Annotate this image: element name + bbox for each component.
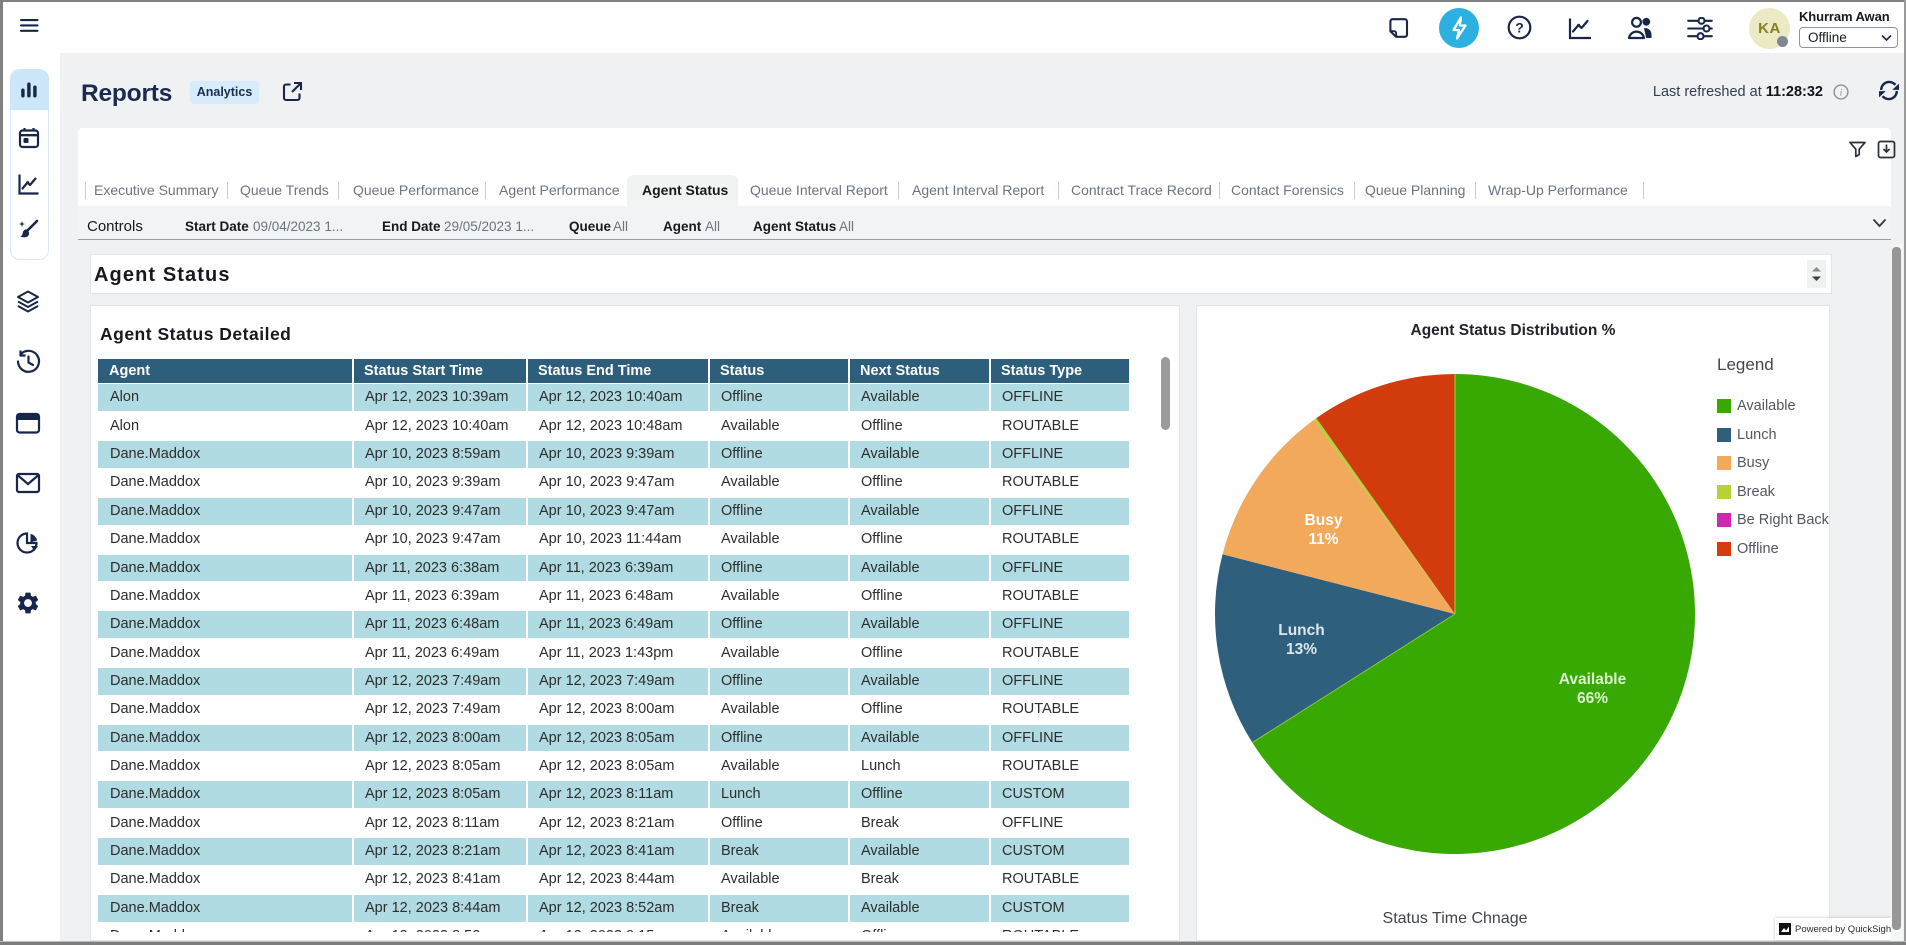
svg-text:?: ?: [1515, 19, 1524, 35]
svg-text:i: i: [1840, 89, 1843, 99]
